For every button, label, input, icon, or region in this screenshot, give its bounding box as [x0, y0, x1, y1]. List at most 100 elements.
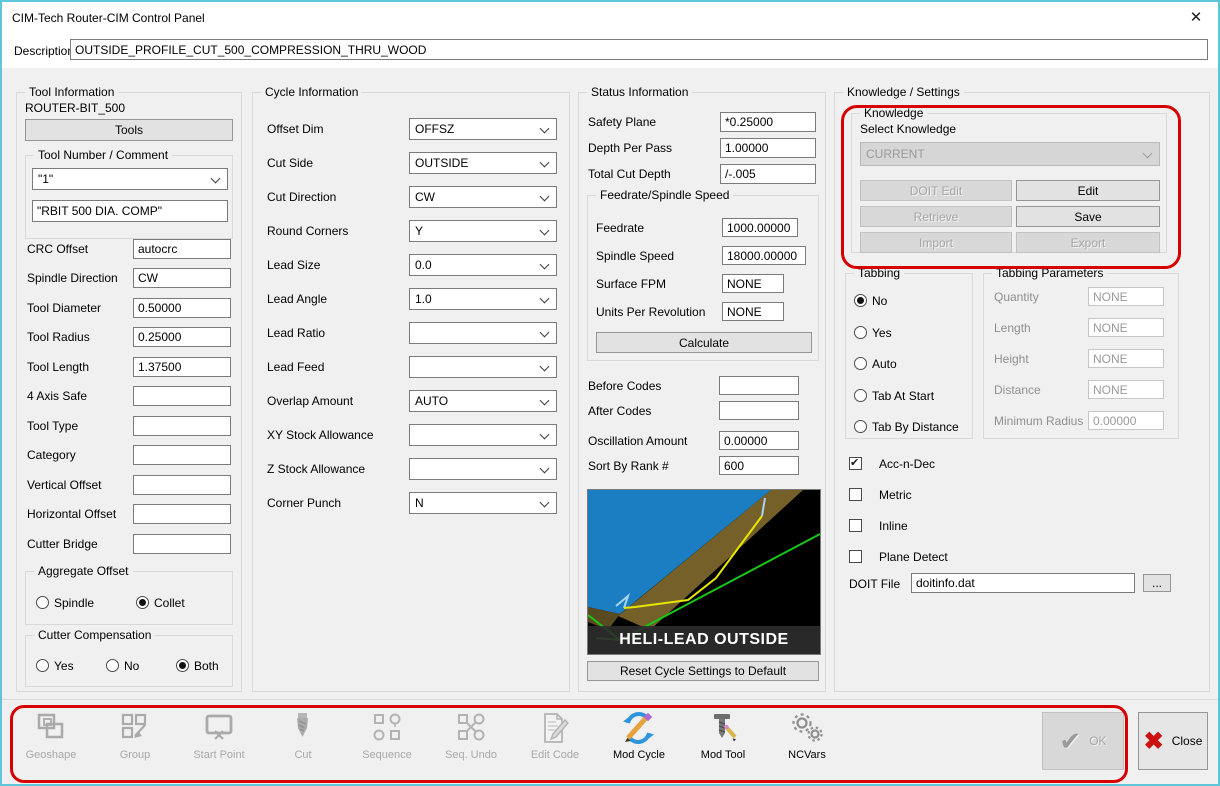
panel-title: Tool Information	[25, 85, 119, 99]
window-title: CIM-Tech Router-CIM Control Panel	[12, 11, 205, 25]
cut-side-select[interactable]: OUTSIDE	[409, 152, 557, 174]
edit-code-icon	[514, 708, 596, 748]
tool-diameter-input[interactable]	[133, 298, 231, 318]
cutter-bridge-input[interactable]	[133, 534, 231, 554]
cutter-comp-both-radio[interactable]	[176, 659, 189, 672]
vertical-offset-label: Vertical Offset	[27, 478, 102, 492]
surface-fpm-label: Surface FPM	[596, 277, 667, 291]
spindle-speed-label: Spindle Speed	[596, 249, 675, 263]
close-x-icon: ✖	[1143, 727, 1164, 755]
chevron-down-icon	[539, 157, 550, 168]
aggregate-offset-spindle-radio[interactable]	[36, 596, 49, 609]
safety-plane-input[interactable]	[720, 112, 816, 132]
cutter-comp-yes-radio[interactable]	[36, 659, 49, 672]
overlap-amount-select[interactable]: AUTO	[409, 390, 557, 412]
z-stock-allowance-select[interactable]	[409, 458, 557, 480]
reset-cycle-settings-button[interactable]: Reset Cycle Settings to Default	[587, 661, 819, 681]
oscillation-amount-input[interactable]	[719, 431, 799, 450]
group-title: Tool Number / Comment	[34, 148, 173, 162]
chevron-down-icon	[539, 259, 550, 270]
acc-n-dec-checkbox[interactable]	[849, 456, 862, 470]
crc-offset-input[interactable]	[133, 239, 231, 259]
group-title: Knowledge	[860, 106, 928, 120]
after-codes-input[interactable]	[719, 401, 799, 420]
doit-file-browse-button[interactable]: ...	[1143, 574, 1171, 592]
ok-button: ✔ OK	[1042, 712, 1124, 770]
metric-checkbox[interactable]	[849, 488, 862, 501]
tabbing-tab-by-distance-radio[interactable]	[854, 420, 867, 433]
description-row: Description	[2, 34, 1218, 68]
window-close-icon[interactable]: ✕	[1184, 8, 1208, 28]
chevron-down-icon	[539, 123, 550, 134]
spindle-direction-input[interactable]	[133, 268, 231, 288]
minimum-radius-input	[1088, 411, 1164, 430]
lead-angle-select[interactable]: 1.0	[409, 288, 557, 310]
cut-side-label: Cut Side	[267, 156, 314, 170]
save-button[interactable]: Save	[1016, 206, 1160, 227]
vertical-offset-input[interactable]	[133, 475, 231, 495]
select-knowledge-select: CURRENT	[860, 142, 1160, 166]
toolbar-item-start-point: Start Point	[178, 708, 260, 761]
tabbing-yes-radio[interactable]	[854, 326, 867, 339]
cut-direction-select[interactable]: CW	[409, 186, 557, 208]
surface-fpm-input[interactable]	[722, 274, 784, 293]
category-input[interactable]	[133, 445, 231, 465]
tool-length-input[interactable]	[133, 357, 231, 377]
after-codes-label: After Codes	[588, 404, 652, 418]
inline-checkbox[interactable]	[849, 519, 862, 532]
export-button: Export	[1016, 232, 1160, 253]
knowledge-group: Knowledge Select Knowledge CURRENT DOIT …	[851, 106, 1167, 253]
plane-detect-checkbox[interactable]	[849, 550, 862, 563]
tool-number-select[interactable]: "1"	[32, 168, 228, 190]
lead-feed-select[interactable]	[409, 356, 557, 378]
cutter-comp-no-radio[interactable]	[106, 659, 119, 672]
lead-ratio-select[interactable]	[409, 322, 557, 344]
minimum-radius-label: Minimum Radius	[994, 414, 1084, 428]
round-corners-select[interactable]: Y	[409, 220, 557, 242]
spindle-speed-input[interactable]	[722, 246, 806, 265]
doit-file-input[interactable]	[911, 573, 1135, 593]
tool-comment-input[interactable]	[32, 200, 228, 222]
spindle-direction-label: Spindle Direction	[27, 271, 118, 285]
feedrate-input[interactable]	[722, 218, 798, 237]
units-per-revolution-input[interactable]	[722, 302, 784, 321]
toolbar-item-ncvars[interactable]: NCVars	[766, 708, 848, 761]
cycle-preview-image: HELI-LEAD OUTSIDE	[587, 489, 821, 655]
lead-size-label: Lead Size	[267, 258, 321, 272]
close-button[interactable]: ✖ Close	[1138, 712, 1208, 770]
tool-type-input[interactable]	[133, 416, 231, 436]
tool-radius-input[interactable]	[133, 327, 231, 347]
tabbing-auto-radio[interactable]	[854, 357, 867, 370]
before-codes-label: Before Codes	[588, 379, 662, 393]
depth-per-pass-input[interactable]	[720, 138, 816, 158]
toolbar-item-mod-cycle[interactable]: Mod Cycle	[598, 708, 680, 761]
ncvars-icon	[766, 708, 848, 748]
chevron-down-icon	[1142, 148, 1153, 159]
lead-ratio-label: Lead Ratio	[267, 326, 326, 340]
total-cut-depth-label: Total Cut Depth	[588, 167, 671, 181]
before-codes-input[interactable]	[719, 376, 799, 395]
toolbar-item-mod-tool[interactable]: Mod Tool	[682, 708, 764, 761]
cutter-bridge-label: Cutter Bridge	[27, 537, 98, 551]
total-cut-depth-input[interactable]	[720, 164, 816, 184]
description-input[interactable]	[70, 39, 1208, 60]
lead-size-select[interactable]: 0.0	[409, 254, 557, 276]
four-axis-safe-input[interactable]	[133, 386, 231, 406]
crc-offset-label: CRC Offset	[27, 242, 89, 256]
corner-punch-select[interactable]: N	[409, 492, 557, 514]
xy-stock-allowance-select[interactable]	[409, 424, 557, 446]
edit-button[interactable]: Edit	[1016, 180, 1160, 201]
aggregate-offset-collet-radio[interactable]	[136, 596, 149, 609]
calculate-button[interactable]: Calculate	[596, 332, 812, 353]
sort-by-rank-input[interactable]	[719, 456, 799, 475]
chevron-down-icon	[539, 497, 550, 508]
offset-dim-select[interactable]: OFFSZ	[409, 118, 557, 140]
geoshape-icon	[10, 708, 92, 748]
quantity-input	[1088, 287, 1164, 306]
tabbing-no-radio[interactable]	[854, 294, 867, 307]
panel-title: Knowledge / Settings	[843, 85, 964, 99]
tools-button[interactable]: Tools	[25, 119, 233, 141]
horizontal-offset-input[interactable]	[133, 504, 231, 524]
height-input	[1088, 349, 1164, 368]
tabbing-tab-at-start-radio[interactable]	[854, 389, 867, 402]
